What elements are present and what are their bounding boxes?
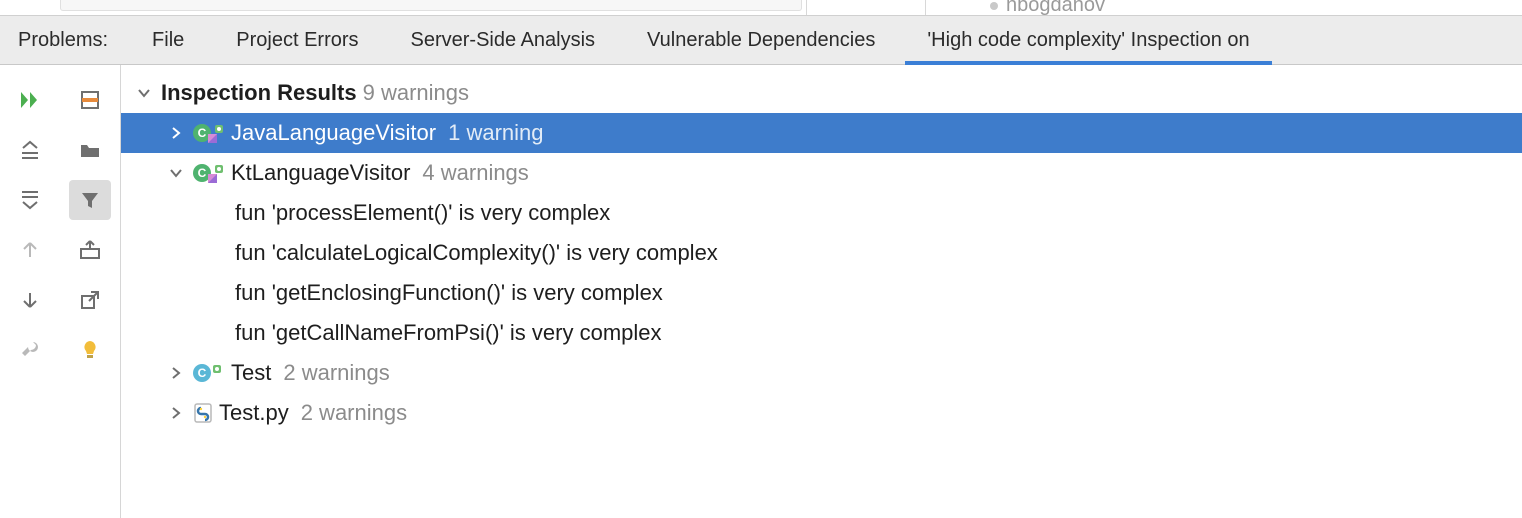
- user-fragment: nbogdanov: [990, 0, 1105, 17]
- rerun-button[interactable]: [9, 80, 51, 120]
- tree-node-suffix: 2 warnings: [301, 400, 407, 426]
- separator: [806, 0, 807, 15]
- expand-all-button[interactable]: [9, 130, 51, 170]
- svg-text:C: C: [198, 166, 207, 180]
- export-icon: [78, 239, 102, 261]
- filter-icon: [79, 189, 101, 211]
- bulb-icon: [80, 339, 100, 361]
- chevron-down-icon[interactable]: [167, 166, 185, 180]
- previous-button[interactable]: [9, 230, 51, 270]
- tree-leaf-text: fun 'processElement()' is very complex: [235, 200, 610, 226]
- intention-bulb-button[interactable]: [69, 330, 111, 370]
- user-fragment-text: nbogdanov: [1006, 0, 1105, 17]
- tree-root-row[interactable]: Inspection Results 9 warnings: [121, 73, 1522, 113]
- autoscroll-button[interactable]: [69, 80, 111, 120]
- tab-label: Server-Side Analysis: [411, 29, 596, 52]
- tree-leaf[interactable]: fun 'getCallNameFromPsi()' is very compl…: [121, 313, 1522, 353]
- tree-node-name: JavaLanguageVisitor: [231, 120, 436, 146]
- editor-strip: nbogdanov: [0, 0, 1522, 16]
- collapse-all-icon: [19, 189, 41, 211]
- next-button[interactable]: [9, 280, 51, 320]
- problems-label: Problems:: [0, 16, 126, 64]
- tree-leaf[interactable]: fun 'getEnclosingFunction()' is very com…: [121, 273, 1522, 313]
- tree-node[interactable]: Test.py 2 warnings: [121, 393, 1522, 433]
- svg-text:C: C: [198, 126, 207, 140]
- autoscroll-icon: [79, 89, 101, 111]
- status-dot-icon: [990, 2, 998, 10]
- tree-root-suffix: 9 warnings: [363, 80, 469, 106]
- editor-strip-placeholder: [60, 0, 802, 11]
- chevron-right-icon[interactable]: [167, 366, 185, 380]
- tree-leaf[interactable]: fun 'calculateLogicalComplexity()' is ve…: [121, 233, 1522, 273]
- separator: [925, 0, 926, 15]
- collapse-all-button[interactable]: [9, 180, 51, 220]
- tree-node-suffix: 4 warnings: [422, 160, 528, 186]
- tree-leaf[interactable]: fun 'processElement()' is very complex: [121, 193, 1522, 233]
- folder-icon: [79, 139, 101, 161]
- tree-node-name: Test.py: [219, 400, 289, 426]
- tab-label: File: [152, 29, 184, 52]
- inspection-toolbar: [0, 65, 121, 518]
- tree-leaf-text: fun 'getEnclosingFunction()' is very com…: [235, 280, 663, 306]
- chevron-right-icon[interactable]: [167, 406, 185, 420]
- chevron-down-icon[interactable]: [135, 86, 153, 100]
- chevron-right-icon[interactable]: [167, 126, 185, 140]
- tree-node[interactable]: C JavaLanguageVisitor 1 warning: [121, 113, 1522, 153]
- class-kotlin-icon: C: [193, 122, 223, 144]
- filter-button[interactable]: [69, 180, 111, 220]
- tab-vulnerable-dependencies[interactable]: Vulnerable Dependencies: [621, 16, 901, 64]
- tree-root-label: Inspection Results: [161, 80, 357, 106]
- rerun-icon: [19, 89, 41, 111]
- tab-server-side-analysis[interactable]: Server-Side Analysis: [385, 16, 622, 64]
- problems-tabbar: Problems: File Project Errors Server-Sid…: [0, 16, 1522, 65]
- inspection-tree[interactable]: Inspection Results 9 warnings C JavaLang…: [121, 65, 1522, 518]
- class-kotlin-icon: C: [193, 162, 223, 184]
- arrow-down-icon: [20, 290, 40, 310]
- expand-all-icon: [19, 139, 41, 161]
- python-file-icon: [193, 402, 217, 424]
- tab-project-errors[interactable]: Project Errors: [210, 16, 384, 64]
- open-external-button[interactable]: [69, 280, 111, 320]
- tab-label: 'High code complexity' Inspection on: [927, 29, 1249, 52]
- export-button[interactable]: [69, 230, 111, 270]
- tab-label: Project Errors: [236, 29, 358, 52]
- group-by-directory-button[interactable]: [69, 130, 111, 170]
- tree-node[interactable]: C Test 2 warnings: [121, 353, 1522, 393]
- svg-text:C: C: [198, 366, 207, 380]
- tree-leaf-text: fun 'getCallNameFromPsi()' is very compl…: [235, 320, 662, 346]
- wrench-icon: [19, 339, 41, 361]
- class-c-icon: C: [193, 362, 223, 384]
- tab-file[interactable]: File: [126, 16, 210, 64]
- arrow-up-icon: [20, 240, 40, 260]
- tree-leaf-text: fun 'calculateLogicalComplexity()' is ve…: [235, 240, 718, 266]
- tree-node[interactable]: C KtLanguageVisitor 4 warnings: [121, 153, 1522, 193]
- tab-inspection-results[interactable]: 'High code complexity' Inspection on: [901, 16, 1275, 64]
- tree-node-suffix: 1 warning: [448, 120, 543, 146]
- tree-node-name: KtLanguageVisitor: [231, 160, 410, 186]
- settings-button[interactable]: [9, 330, 51, 370]
- tree-node-name: Test: [231, 360, 271, 386]
- tab-label: Vulnerable Dependencies: [647, 29, 875, 52]
- open-external-icon: [79, 289, 101, 311]
- tree-node-suffix: 2 warnings: [283, 360, 389, 386]
